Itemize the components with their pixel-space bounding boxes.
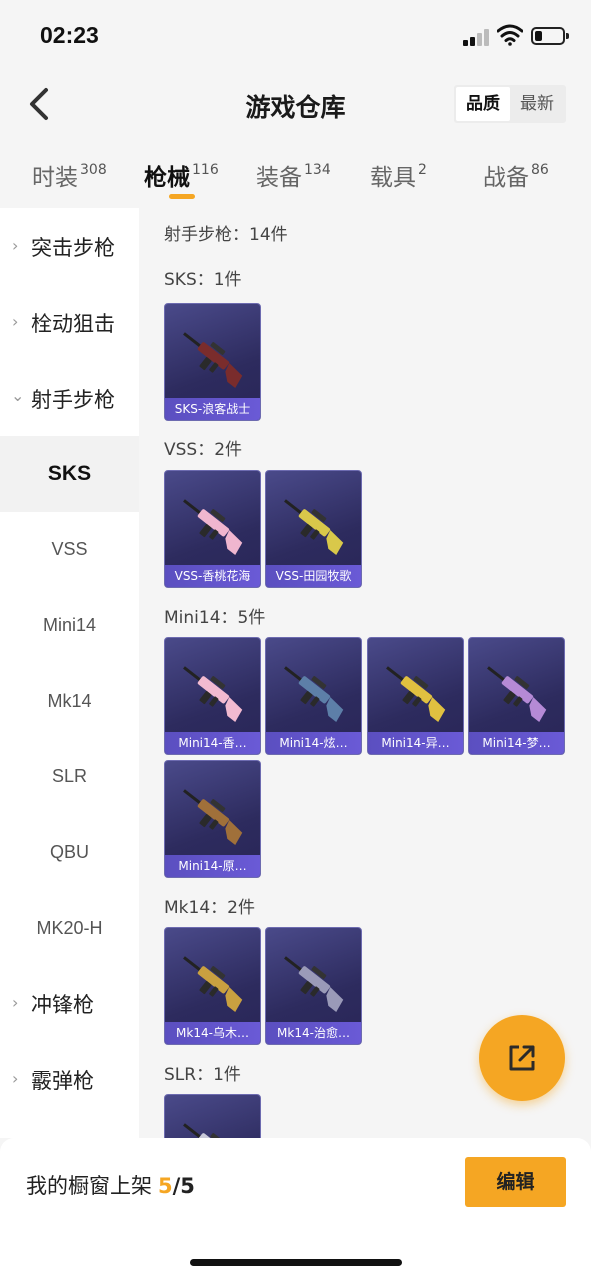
sidebar-item-sks[interactable]: SKS [0, 436, 139, 512]
item-name: Mini14-原… [165, 855, 260, 877]
rifle-icon [183, 956, 243, 1013]
item-card[interactable]: VSS-香桃花海 [164, 470, 261, 588]
status-bar: 02:23 [0, 0, 591, 70]
group-heading: Mk14：2件 [164, 898, 255, 918]
cellular-signal-icon [463, 28, 491, 46]
rifle-icon [183, 789, 243, 846]
rifle-icon [386, 666, 446, 723]
item-card[interactable]: Mk14-治愈… [265, 927, 362, 1045]
rifle-icon [284, 666, 344, 723]
rifle-icon [183, 1123, 230, 1138]
tab-supplies[interactable]: 战备 86 [483, 158, 549, 192]
tab-count: 134 [304, 162, 331, 178]
sidebar-category-shotgun[interactable]: › 霰弹枪 [0, 1041, 139, 1117]
active-tab-indicator [169, 194, 195, 199]
tab-outfits[interactable]: 时装 308 [32, 158, 107, 192]
item-name: Mini14-异… [368, 732, 463, 754]
section-summary: 射手步枪：14件 [164, 225, 288, 245]
sidebar-item-mk14[interactable]: Mk14 [0, 663, 139, 739]
sidebar-category-assault-rifle[interactable]: › 突击步枪 [0, 208, 139, 284]
item-card[interactable]: Mini14-梦… [468, 637, 565, 755]
rifle-icon [183, 499, 243, 556]
group-heading: VSS：2件 [164, 440, 243, 460]
rifle-icon [284, 499, 344, 556]
rifle-icon [284, 956, 344, 1013]
home-indicator[interactable] [190, 1259, 402, 1266]
item-card[interactable] [164, 1094, 261, 1138]
category-tabs: 时装 308 枪械 116 装备 134 载具 2 战备 86 [0, 148, 591, 208]
rifle-icon [183, 332, 243, 389]
header: 游戏仓库 品质 最新 [0, 70, 591, 140]
tab-equipment[interactable]: 装备 134 [256, 158, 331, 192]
sidebar-category-dmr[interactable]: ⌄ 射手步枪 [0, 360, 139, 436]
sidebar-item-qbu[interactable]: QBU [0, 814, 139, 890]
item-name: Mk14-治愈… [266, 1022, 361, 1044]
rifle-icon [487, 666, 547, 723]
item-card[interactable]: Mini14-原… [164, 760, 261, 878]
sidebar-item-vss[interactable]: VSS [0, 511, 139, 587]
tab-vehicles[interactable]: 载具 2 [370, 158, 427, 192]
sidebar: › 突击步枪 › 栓动狙击 ⌄ 射手步枪 SKS VSS Mini14 Mk14… [0, 208, 139, 1138]
item-name: Mini14-梦… [469, 732, 564, 754]
item-name: Mini14-炫… [266, 732, 361, 754]
shelf-total-count: /5 [172, 1174, 195, 1198]
item-card[interactable]: Mini14-香… [164, 637, 261, 755]
item-card[interactable]: SKS-浪客战士 [164, 303, 261, 421]
group-heading: SKS：1件 [164, 270, 242, 290]
tab-count: 116 [192, 162, 219, 178]
item-name: SKS-浪客战士 [165, 398, 260, 420]
item-card[interactable]: Mk14-乌木… [164, 927, 261, 1045]
sort-quality-button[interactable]: 品质 [456, 87, 510, 121]
item-card[interactable]: Mini14-异… [367, 637, 464, 755]
item-name: VSS-田园牧歌 [266, 565, 361, 587]
chevron-right-icon: › [12, 236, 19, 255]
sidebar-item-slr[interactable]: SLR [0, 738, 139, 814]
share-button[interactable] [479, 1015, 565, 1101]
chevron-right-icon: › [12, 1069, 19, 1088]
tab-count: 308 [80, 162, 107, 178]
sidebar-category-bolt-sniper[interactable]: › 栓动狙击 [0, 284, 139, 360]
sort-toggle[interactable]: 品质 最新 [454, 85, 566, 123]
sidebar-item-mini14[interactable]: Mini14 [0, 587, 139, 663]
wifi-icon [497, 24, 523, 46]
chevron-down-icon: ⌄ [11, 386, 25, 405]
edit-button[interactable]: 编辑 [465, 1157, 566, 1207]
rifle-icon [183, 666, 243, 723]
tab-count: 2 [418, 162, 427, 178]
sidebar-category-smg[interactable]: › 冲锋枪 [0, 965, 139, 1041]
group-heading: Mini14：5件 [164, 608, 266, 628]
chevron-right-icon: › [12, 312, 19, 331]
sort-newest-button[interactable]: 最新 [510, 87, 564, 121]
battery-icon [531, 27, 569, 45]
sidebar-item-mk20h[interactable]: MK20-H [0, 890, 139, 966]
group-heading: SLR：1件 [164, 1065, 241, 1085]
item-card[interactable]: Mini14-炫… [265, 637, 362, 755]
shelf-current-count: 5 [158, 1174, 173, 1198]
item-name: Mini14-香… [165, 732, 260, 754]
item-name: VSS-香桃花海 [165, 565, 260, 587]
item-card[interactable]: VSS-田园牧歌 [265, 470, 362, 588]
item-grid-area[interactable]: 射手步枪：14件 SKS：1件 SKS-浪客战士 VSS：2件 VSS-香桃花海… [139, 208, 591, 1138]
tab-guns[interactable]: 枪械 116 [144, 158, 219, 192]
chevron-right-icon: › [12, 993, 19, 1012]
item-name: Mk14-乌木… [165, 1022, 260, 1044]
tab-count: 86 [531, 162, 549, 178]
external-link-icon [509, 1045, 535, 1071]
shelf-status: 我的橱窗上架 5/5 [26, 1174, 195, 1198]
status-time: 02:23 [40, 22, 99, 48]
